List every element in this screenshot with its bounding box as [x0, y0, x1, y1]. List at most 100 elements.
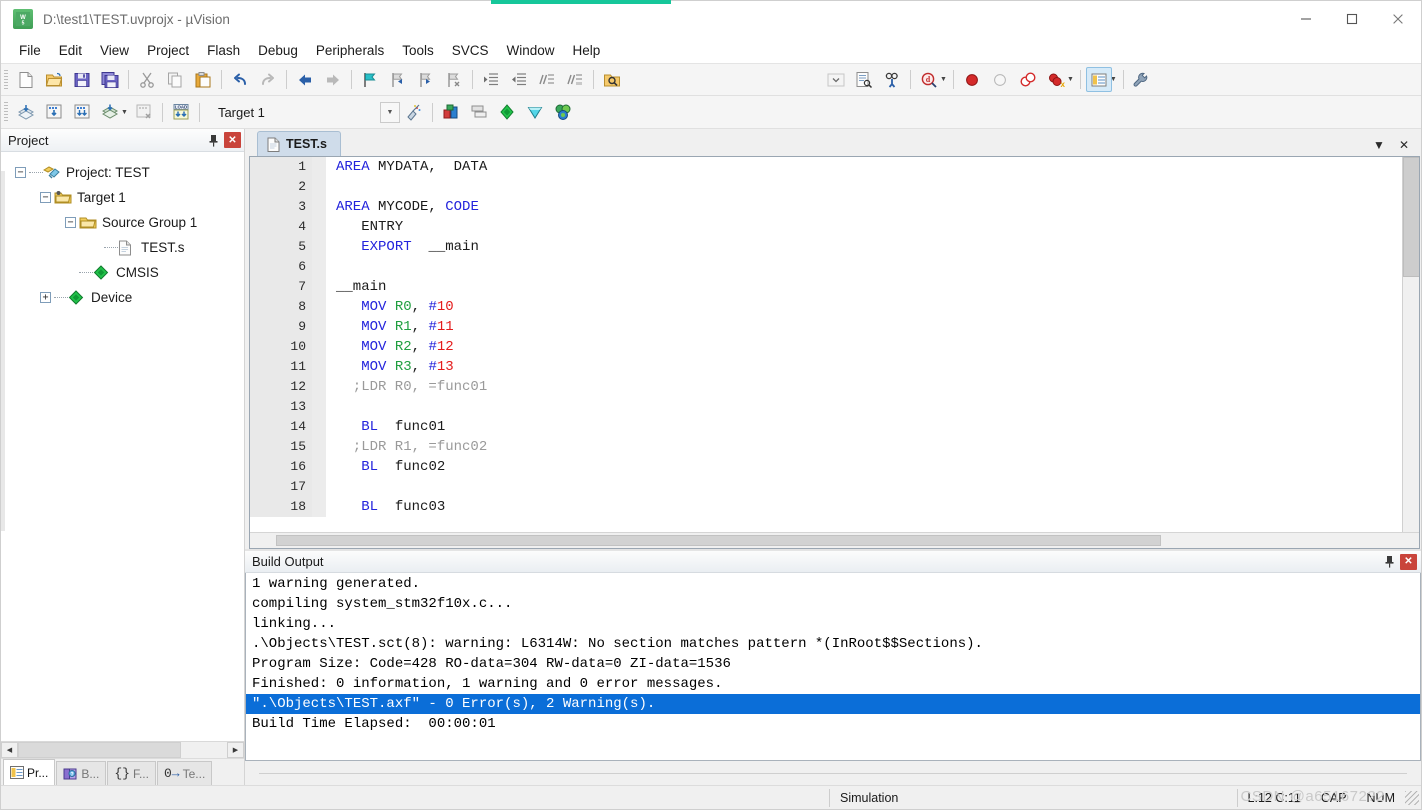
- configure-icon[interactable]: [851, 67, 877, 92]
- editor-hscrollbar[interactable]: [250, 532, 1419, 548]
- breakpoint-disable-all-icon[interactable]: [1015, 67, 1041, 92]
- close-button[interactable]: [1375, 1, 1421, 37]
- bookmark-prev-icon[interactable]: [385, 67, 411, 92]
- line-number: 12: [250, 377, 312, 397]
- select-software-packs-icon[interactable]: [550, 100, 576, 125]
- toolbar-grip[interactable]: [4, 102, 8, 122]
- project-tree-hscrollbar[interactable]: ◀ ▶: [1, 741, 244, 758]
- outdent-icon[interactable]: [506, 67, 532, 92]
- configure-target-icon[interactable]: [1129, 67, 1155, 92]
- toolbar-separator: [351, 70, 352, 89]
- menu-flash[interactable]: Flash: [198, 39, 249, 62]
- batch-build-icon[interactable]: [97, 100, 123, 125]
- menu-tools[interactable]: Tools: [393, 39, 443, 62]
- tab-templates[interactable]: 0→ Te...: [156, 761, 213, 785]
- tree-node-target[interactable]: − Target 1: [7, 185, 244, 210]
- new-file-icon[interactable]: [13, 67, 39, 92]
- scroll-track[interactable]: [18, 742, 227, 758]
- menu-edit[interactable]: Edit: [50, 39, 91, 62]
- bookmark-toggle-icon[interactable]: [357, 67, 383, 92]
- scroll-thumb[interactable]: [276, 535, 1162, 546]
- tab-project[interactable]: Pr...: [3, 759, 56, 785]
- debug-start-icon[interactable]: [879, 67, 905, 92]
- target-selector[interactable]: Target 1 ▼: [211, 101, 400, 123]
- code-editor[interactable]: 1 AREA MYDATA, DATA 2 3 AREA MYCODE, CODE …: [249, 156, 1420, 549]
- build-output-text[interactable]: 1 warning generated. compiling system_st…: [245, 573, 1421, 761]
- scroll-thumb[interactable]: [18, 742, 182, 758]
- menu-project[interactable]: Project: [138, 39, 198, 62]
- tree-node-cmsis[interactable]: CMSIS: [7, 260, 244, 285]
- breakpoint-disable-icon[interactable]: [987, 67, 1013, 92]
- tree-node-device[interactable]: + Device: [7, 285, 244, 310]
- pin-icon[interactable]: [1381, 554, 1397, 570]
- expander-icon[interactable]: −: [15, 167, 26, 178]
- manage-project-items-icon[interactable]: [438, 100, 464, 125]
- close-icon[interactable]: ✕: [224, 132, 241, 148]
- find-in-files-icon[interactable]: [599, 67, 625, 92]
- editor-tab-test-s[interactable]: TEST.s: [257, 131, 341, 156]
- tree-node-project[interactable]: − Project: TEST: [7, 160, 244, 185]
- comment-icon[interactable]: [534, 67, 560, 92]
- redo-icon[interactable]: [255, 67, 281, 92]
- tree-node-file[interactable]: TEST.s: [7, 235, 244, 260]
- maximize-button[interactable]: [1329, 1, 1375, 37]
- manage-windows-icon[interactable]: [1085, 67, 1112, 92]
- toolbar-grip[interactable]: [4, 69, 8, 90]
- menu-svcs[interactable]: SVCS: [443, 39, 498, 62]
- undo-icon[interactable]: [227, 67, 253, 92]
- close-icon[interactable]: ✕: [1399, 138, 1409, 152]
- navigate-back-icon[interactable]: [292, 67, 318, 92]
- translate-icon[interactable]: [13, 100, 39, 125]
- target-options-icon[interactable]: [401, 100, 427, 125]
- scroll-left-arrow[interactable]: ◀: [1, 742, 18, 758]
- save-icon[interactable]: [69, 67, 95, 92]
- tree-node-source-group[interactable]: − Source Group 1: [7, 210, 244, 235]
- download-icon[interactable]: LOAD: [168, 100, 194, 125]
- scroll-thumb[interactable]: [1403, 157, 1419, 277]
- breakpoint-insert-icon[interactable]: [959, 67, 985, 92]
- stop-build-icon[interactable]: [131, 100, 157, 125]
- uncomment-icon[interactable]: [562, 67, 588, 92]
- manage-run-time-env-icon[interactable]: [522, 100, 548, 125]
- expander-icon[interactable]: −: [40, 192, 51, 203]
- code-text: MOV R1, #11: [361, 319, 454, 335]
- scroll-track[interactable]: [252, 534, 1417, 547]
- dropdown-empty-icon[interactable]: [823, 67, 849, 92]
- chevron-down-icon[interactable]: ▼: [379, 101, 400, 123]
- find-icon[interactable]: d: [916, 67, 942, 92]
- rebuild-icon[interactable]: [69, 100, 95, 125]
- breakpoint-kill-all-icon[interactable]: x: [1043, 67, 1069, 92]
- save-all-icon[interactable]: [97, 67, 123, 92]
- menu-debug[interactable]: Debug: [249, 39, 307, 62]
- chevron-down-icon[interactable]: ▼: [1373, 138, 1385, 152]
- menu-peripherals[interactable]: Peripherals: [307, 39, 393, 62]
- menu-window[interactable]: Window: [497, 39, 563, 62]
- menu-view[interactable]: View: [91, 39, 138, 62]
- resize-grip[interactable]: [1405, 790, 1419, 805]
- menu-file[interactable]: File: [10, 39, 50, 62]
- expander-icon[interactable]: +: [40, 292, 51, 303]
- paste-icon[interactable]: [190, 67, 216, 92]
- bookmark-clear-icon[interactable]: [441, 67, 467, 92]
- bookmark-next-icon[interactable]: [413, 67, 439, 92]
- expander-icon[interactable]: −: [65, 217, 76, 228]
- tab-functions[interactable]: {} F...: [107, 761, 156, 785]
- pack-installer-icon[interactable]: [494, 100, 520, 125]
- cut-icon[interactable]: [134, 67, 160, 92]
- navigate-forward-icon[interactable]: [320, 67, 346, 92]
- pin-icon[interactable]: [205, 132, 221, 148]
- multi-project-icon[interactable]: [466, 100, 492, 125]
- copy-icon[interactable]: [162, 67, 188, 92]
- indent-icon[interactable]: [478, 67, 504, 92]
- tab-books[interactable]: ? B...: [56, 761, 107, 785]
- minimize-button[interactable]: [1283, 1, 1329, 37]
- menu-help[interactable]: Help: [564, 39, 610, 62]
- line-number: 6: [250, 257, 312, 277]
- close-icon[interactable]: ✕: [1400, 553, 1417, 570]
- build-icon[interactable]: [41, 100, 67, 125]
- build-output-line-selected[interactable]: ".\Objects\TEST.axf" - 0 Error(s), 2 War…: [246, 694, 1420, 714]
- scroll-right-arrow[interactable]: ▶: [227, 742, 244, 758]
- editor-vscrollbar[interactable]: [1402, 157, 1419, 532]
- open-file-icon[interactable]: [41, 67, 67, 92]
